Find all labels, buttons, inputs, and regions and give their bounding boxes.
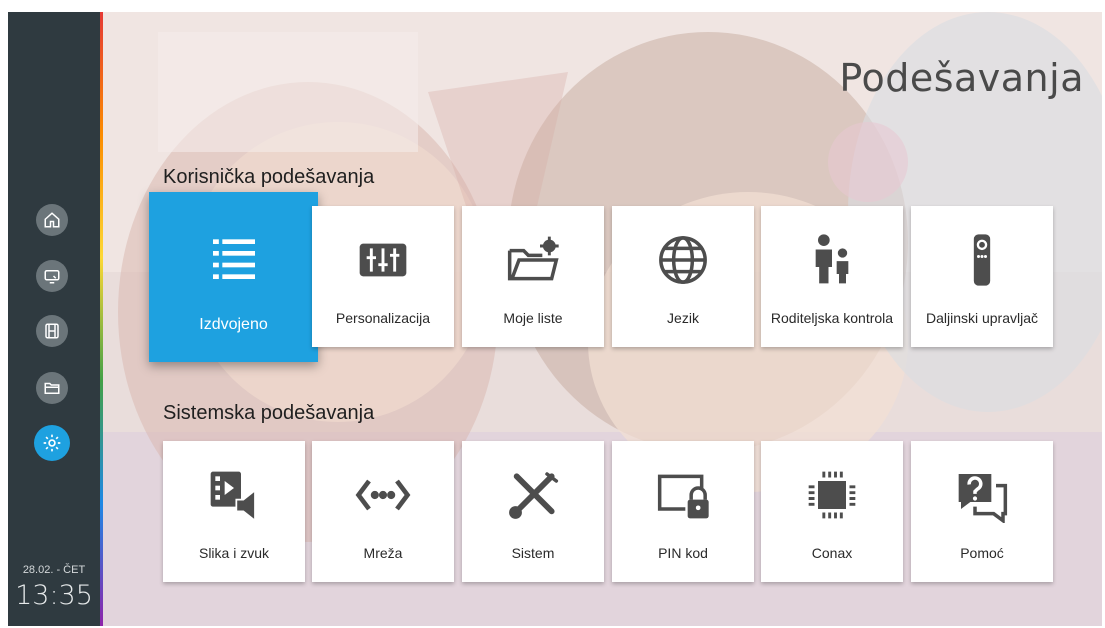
section-title-system: Sistemska podešavanja [163, 402, 375, 424]
list-icon [212, 239, 255, 279]
tile-label: Daljinski upravljač [925, 310, 1039, 326]
tile-jezik[interactable]: Jezik [612, 206, 754, 347]
tile-pin-kod[interactable]: PIN kod [612, 441, 754, 582]
folder-icon [44, 382, 60, 394]
tile-pomoc[interactable]: Pomoć [911, 441, 1053, 582]
app-frame: 28.02. - ČET 13:35 Podešavanja Korisničk… [8, 12, 1102, 626]
tile-slika-i-zvuk[interactable]: Slika i zvuk [163, 441, 305, 582]
tile-label: Moje liste [503, 310, 563, 326]
tile-label: Pomoć [960, 545, 1004, 561]
tile-izdvojeno[interactable]: Izdvojeno [149, 192, 318, 362]
clock: 13:35 [15, 580, 93, 611]
tile-roditeljska-kontrola[interactable]: Roditeljska kontrola [761, 206, 903, 347]
sidebar-item-settings[interactable] [34, 425, 70, 461]
tile-label: Mreža [363, 545, 403, 561]
parent-child-icon [815, 234, 849, 284]
tile-daljinski-upravljac[interactable]: Daljinski upravljač [911, 206, 1053, 347]
tv-icon [44, 270, 60, 284]
film-icon [45, 323, 59, 339]
tile-personalizacija[interactable]: Personalizacija [312, 206, 454, 347]
folder-gear-icon [507, 236, 559, 281]
tile-mreza[interactable]: Mreža [312, 441, 454, 582]
tile-label: Conax [811, 545, 853, 561]
globe-icon [659, 236, 707, 284]
tile-label: Slika i zvuk [198, 545, 270, 561]
help-chat-icon [958, 474, 1008, 523]
screen-lock-icon [657, 474, 709, 519]
tile-label: PIN kod [658, 545, 708, 561]
remote-icon [973, 234, 991, 286]
tile-label: Sistem [511, 545, 555, 561]
tile-label: Roditeljska kontrola [770, 310, 894, 326]
tools-icon [509, 472, 559, 519]
film-speaker-icon [210, 471, 256, 523]
sidebar-item-home[interactable] [36, 204, 68, 236]
tile-label: Izdvojeno [199, 316, 268, 333]
gear-icon [43, 434, 61, 452]
home-icon [44, 212, 60, 228]
sidebar-item-movies[interactable] [36, 315, 68, 347]
tile-label: Jezik [667, 310, 699, 326]
date-label: 28.02. - ČET [22, 564, 86, 576]
tile-sistem[interactable]: Sistem [462, 441, 604, 582]
sidebar-accent-strip [100, 12, 103, 626]
sidebar-item-recordings[interactable] [36, 372, 68, 404]
tile-conax[interactable]: Conax [761, 441, 903, 582]
chip-icon [808, 471, 856, 519]
tile-label: Personalizacija [335, 310, 431, 326]
section-title-user: Korisnička podešavanja [163, 166, 375, 188]
sliders-icon [359, 243, 407, 277]
page-title: Podešavanja [839, 56, 1084, 100]
sidebar-item-tv[interactable] [36, 260, 68, 292]
network-icon [355, 479, 411, 511]
tile-moje-liste[interactable]: Moje liste [462, 206, 604, 347]
sidebar: 28.02. - ČET 13:35 [8, 12, 100, 626]
